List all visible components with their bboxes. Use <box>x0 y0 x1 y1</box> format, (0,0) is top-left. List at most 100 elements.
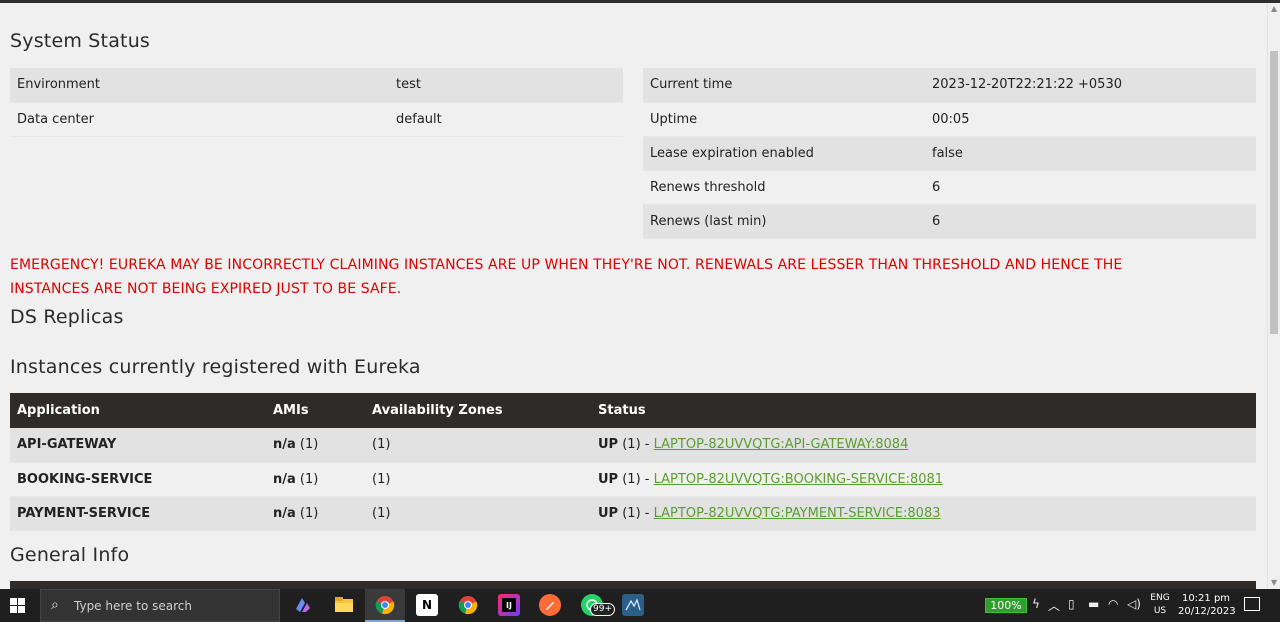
availability-zones-cell: (1) <box>365 428 591 463</box>
instance-link[interactable]: LAPTOP-82UVVQTG:PAYMENT-SERVICE:8083 <box>654 506 941 521</box>
amis-count: (1) <box>299 437 319 453</box>
status-label: Uptime <box>643 102 925 137</box>
application-name: API-GATEWAY <box>10 428 266 463</box>
emergency-line-1: EMERGENCY! EUREKA MAY BE INCORRECTLY CLA… <box>10 257 1123 273</box>
amis-na: n/a <box>273 437 296 453</box>
availability-zones-cell: (1) <box>365 462 591 497</box>
general-info-table-header <box>10 581 1256 589</box>
meet-now-icon[interactable]: ▯ <box>1068 597 1075 611</box>
table-row: Current time 2023-12-20T22:21:22 +0530 <box>643 68 1256 103</box>
table-row: Renews (last min) 6 <box>643 204 1256 239</box>
search-icon: ⌕ <box>51 597 59 613</box>
system-status-heading: System Status <box>10 30 151 52</box>
ds-replicas-heading: DS Replicas <box>10 306 124 328</box>
taskbar-clock[interactable]: 10:21 pm 20/12/2023 <box>1178 592 1236 618</box>
battery-tray-icon[interactable]: ▬ <box>1088 597 1099 611</box>
system-status-right-table: Current time 2023-12-20T22:21:22 +0530 U… <box>643 68 1256 239</box>
amis-na: n/a <box>273 471 296 487</box>
amis-count: (1) <box>299 471 319 487</box>
windows-start-icon[interactable] <box>10 598 26 614</box>
column-header-amis: AMIs <box>266 393 365 428</box>
status-value: test <box>389 68 623 103</box>
status-up: UP <box>598 437 619 453</box>
vertical-scrollbar[interactable]: ▲ ▼ <box>1267 3 1280 589</box>
application-name: BOOKING-SERVICE <box>10 462 266 497</box>
notion-icon[interactable]: N <box>416 594 438 616</box>
taskbar-search-box[interactable]: ⌕ Type here to search <box>40 589 280 622</box>
charging-icon: ϟ <box>1032 597 1040 611</box>
status-count: (1) - <box>622 471 650 487</box>
scrollbar-thumb[interactable] <box>1270 51 1278 334</box>
status-cell: UP (1) - LAPTOP-82UVVQTG:API-GATEWAY:808… <box>591 428 1256 463</box>
table-header-row: Application AMIs Availability Zones Stat… <box>10 393 1256 428</box>
amis-cell: n/a (1) <box>266 462 365 497</box>
amis-count: (1) <box>299 505 319 521</box>
status-label: Data center <box>10 102 389 137</box>
eureka-dashboard-page: System Status Environment test Data cent… <box>0 3 1267 589</box>
chevron-up-icon[interactable]: ︿ <box>1048 597 1060 614</box>
table-row: Uptime 00:05 <box>643 102 1256 137</box>
table-row: Lease expiration enabled false <box>643 136 1256 171</box>
windows-taskbar: ⌕ Type here to search N IJ 99+ 100% ϟ ︿ … <box>0 589 1280 622</box>
table-row: BOOKING-SERVICE n/a (1) (1) UP (1) - LAP… <box>10 462 1256 497</box>
instances-table: Application AMIs Availability Zones Stat… <box>10 393 1256 531</box>
amis-cell: n/a (1) <box>266 428 365 463</box>
status-value: 2023-12-20T22:21:22 +0530 <box>925 68 1256 103</box>
scroll-up-arrow-icon[interactable]: ▲ <box>1271 5 1277 13</box>
notification-center-icon[interactable] <box>1244 597 1260 611</box>
status-cell: UP (1) - LAPTOP-82UVVQTG:PAYMENT-SERVICE… <box>591 496 1256 531</box>
column-header-application: Application <box>10 393 266 428</box>
table-row: PAYMENT-SERVICE n/a (1) (1) UP (1) - LAP… <box>10 496 1256 531</box>
mysql-workbench-icon[interactable] <box>622 594 644 616</box>
battery-indicator[interactable]: 100% <box>985 598 1027 613</box>
status-label: Lease expiration enabled <box>643 136 925 171</box>
instance-link[interactable]: LAPTOP-82UVVQTG:BOOKING-SERVICE:8081 <box>654 472 943 487</box>
emergency-warning: EMERGENCY! EUREKA MAY BE INCORRECTLY CLA… <box>10 253 1260 301</box>
status-label: Renews (last min) <box>643 204 925 239</box>
application-name: PAYMENT-SERVICE <box>10 496 266 531</box>
status-up: UP <box>598 505 619 521</box>
status-value: 6 <box>925 204 1256 239</box>
status-label: Environment <box>10 68 389 103</box>
whatsapp-notification-badge: 99+ <box>590 603 615 616</box>
column-header-availability-zones: Availability Zones <box>365 393 591 428</box>
clock-date: 20/12/2023 <box>1178 606 1236 617</box>
postman-icon[interactable] <box>539 594 561 616</box>
intellij-icon[interactable]: IJ <box>498 594 520 616</box>
status-label: Current time <box>643 68 925 103</box>
status-value: false <box>925 136 1256 171</box>
status-value: default <box>389 102 623 137</box>
wifi-icon[interactable]: ◠ <box>1108 597 1118 611</box>
status-count: (1) - <box>622 505 650 521</box>
table-row: API-GATEWAY n/a (1) (1) UP (1) - LAPTOP-… <box>10 428 1256 463</box>
table-row: Data center default <box>10 102 623 137</box>
instances-heading: Instances currently registered with Eure… <box>10 356 421 378</box>
table-row: Renews threshold 6 <box>643 170 1256 205</box>
language-code: ENG <box>1150 593 1170 603</box>
amis-cell: n/a (1) <box>266 496 365 531</box>
column-header-status: Status <box>591 393 1256 428</box>
battery-percent: 100% <box>990 599 1022 612</box>
status-cell: UP (1) - LAPTOP-82UVVQTG:BOOKING-SERVICE… <box>591 462 1256 497</box>
status-up: UP <box>598 471 619 487</box>
file-explorer-icon[interactable] <box>333 594 355 616</box>
status-label: Renews threshold <box>643 170 925 205</box>
amis-na: n/a <box>273 505 296 521</box>
status-value: 00:05 <box>925 102 1256 137</box>
scroll-down-arrow-icon[interactable]: ▼ <box>1271 579 1277 587</box>
emergency-line-2: INSTANCES ARE NOT BEING EXPIRED JUST TO … <box>10 281 402 297</box>
copilot-icon[interactable] <box>292 594 314 616</box>
general-info-heading: General Info <box>10 544 130 566</box>
clock-time: 10:21 pm <box>1181 593 1231 604</box>
status-count: (1) - <box>622 437 650 453</box>
language-indicator[interactable]: ENG US <box>1150 592 1170 618</box>
chrome-icon[interactable] <box>457 594 479 616</box>
availability-zones-cell: (1) <box>365 496 591 531</box>
volume-icon[interactable]: ◁) <box>1127 597 1141 611</box>
status-value: 6 <box>925 170 1256 205</box>
search-placeholder: Type here to search <box>74 599 192 613</box>
instance-link[interactable]: LAPTOP-82UVVQTG:API-GATEWAY:8084 <box>654 437 909 452</box>
table-row: Environment test <box>10 68 623 103</box>
chrome-icon[interactable] <box>374 594 396 616</box>
system-status-left-table: Environment test Data center default <box>10 68 623 137</box>
